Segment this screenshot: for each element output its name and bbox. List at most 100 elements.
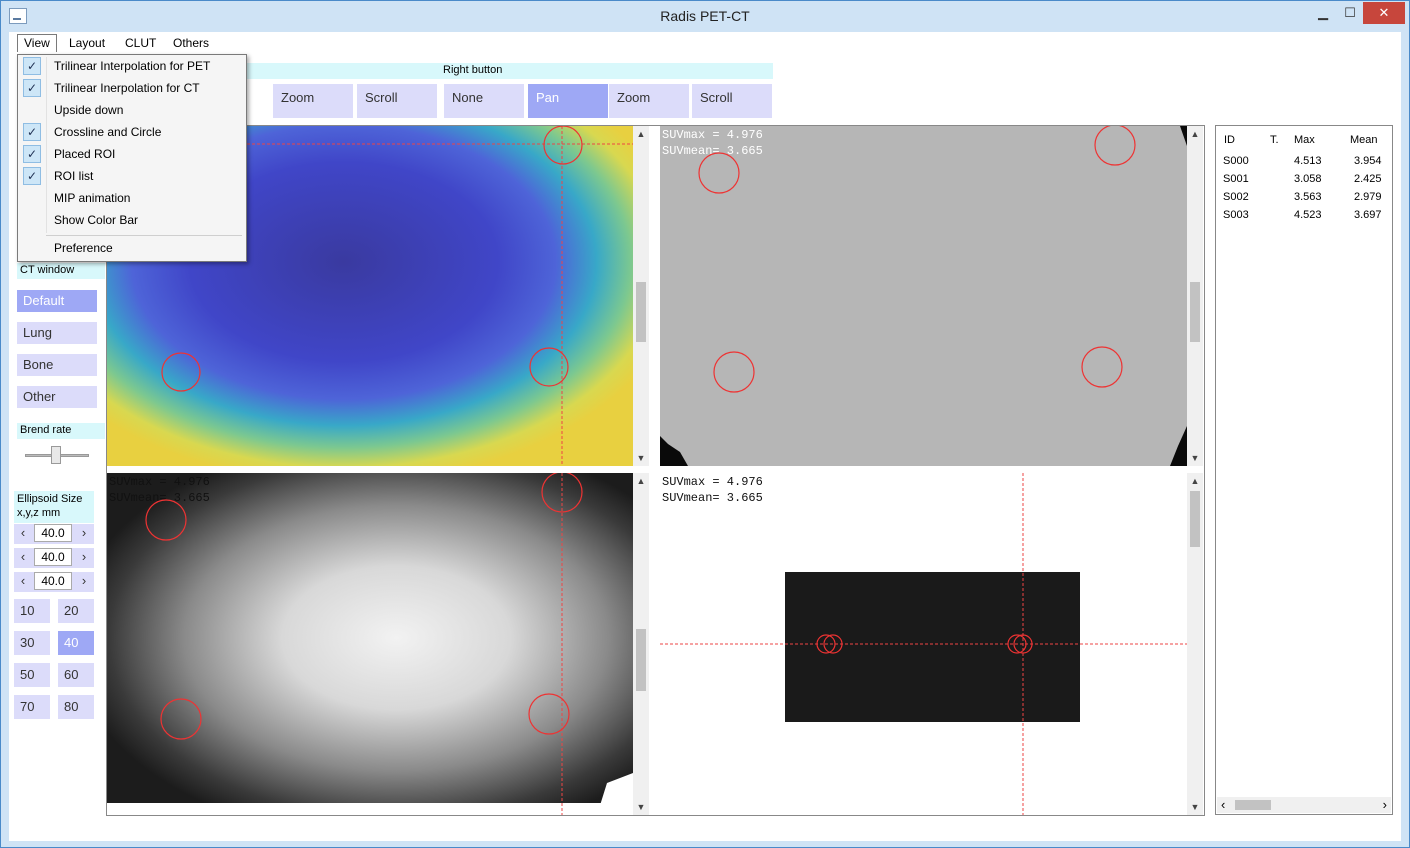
scroll-down-icon[interactable]: ▼ — [1187, 453, 1203, 463]
viewport-mip[interactable]: SUVmax = 4.976 SUVmean= 3.665 — [660, 473, 1187, 815]
ellipsoid-z-increment-icon[interactable]: › — [78, 573, 90, 588]
ellipsoid-x-increment-icon[interactable]: › — [78, 525, 90, 540]
scroll-up-icon[interactable]: ▲ — [633, 476, 649, 486]
menu-item-upside-down[interactable]: Upside down — [18, 99, 246, 121]
menu-item-placed-roi[interactable]: ✓ Placed ROI — [18, 143, 246, 165]
viewport4-scrollbar[interactable]: ▲ ▼ — [1187, 473, 1203, 815]
preset-40-button[interactable]: 40 — [58, 631, 94, 655]
ellipsoid-z-input[interactable]: 40.0 — [34, 572, 72, 590]
ct-other-button[interactable]: Other — [17, 386, 97, 408]
title-bar: Radis PET-CT ▁ ☐ ✕ — [1, 1, 1409, 32]
mip-suv-max: SUVmax = 4.976 — [662, 475, 763, 489]
roi-cell-max: 4.513 — [1294, 155, 1322, 167]
preset-80-button[interactable]: 80 — [58, 695, 94, 719]
scroll-left-icon[interactable]: ‹ — [1221, 797, 1225, 813]
right-zoom-button[interactable]: Zoom — [609, 84, 689, 118]
left-zoom-button[interactable]: Zoom — [273, 84, 353, 118]
ct-lung-button[interactable]: Lung — [17, 322, 97, 344]
maximize-icon[interactable]: ☐ — [1337, 2, 1363, 24]
right-button-label: Right button — [439, 63, 773, 79]
ellipsoid-x-input[interactable]: 40.0 — [34, 524, 72, 542]
ellipsoid-y-decrement-icon[interactable]: ‹ — [17, 549, 29, 564]
scroll-right-icon[interactable]: › — [1383, 797, 1387, 813]
menu-view[interactable]: View — [17, 34, 57, 52]
right-none-button[interactable]: None — [444, 84, 524, 118]
roi-list-hscrollbar[interactable]: ‹ › — [1217, 797, 1391, 813]
ellipsoid-x-spinner: ‹ 40.0 › — [14, 524, 94, 544]
check-icon: ✓ — [23, 57, 41, 75]
roi-cell-max: 4.523 — [1294, 209, 1322, 221]
ellipsoid-y-increment-icon[interactable]: › — [78, 549, 90, 564]
ct-bone-button[interactable]: Bone — [17, 354, 97, 376]
viewport3-scroll-thumb[interactable] — [636, 629, 646, 691]
viewport1-scroll-thumb[interactable] — [636, 282, 646, 342]
roi-header-max[interactable]: Max — [1294, 134, 1315, 146]
app-window: Radis PET-CT ▁ ☐ ✕ View Layout CLUT Othe… — [0, 0, 1410, 848]
viewport4-scroll-thumb[interactable] — [1190, 491, 1200, 547]
blend-rate-slider-thumb[interactable] — [51, 446, 61, 464]
preset-20-button[interactable]: 20 — [58, 599, 94, 623]
preset-30-button[interactable]: 30 — [14, 631, 50, 655]
close-icon[interactable]: ✕ — [1363, 2, 1405, 24]
ct-suv-mean: SUVmean= 3.665 — [662, 144, 763, 158]
window-title: Radis PET-CT — [660, 8, 750, 24]
roi-header-id[interactable]: ID — [1224, 134, 1235, 146]
roi-cell-id: S001 — [1223, 173, 1249, 185]
preset-60-button[interactable]: 60 — [58, 663, 94, 687]
preset-50-button[interactable]: 50 — [14, 663, 50, 687]
viewport1-scrollbar[interactable]: ▲ ▼ — [633, 126, 649, 466]
scroll-up-icon[interactable]: ▲ — [633, 129, 649, 139]
mip-image — [660, 473, 1187, 815]
menu-item-show-color-bar[interactable]: Show Color Bar — [18, 209, 246, 231]
menu-item-trilinear-ct[interactable]: ✓ Trilinear Inerpolation for CT — [18, 77, 246, 99]
menu-item-roi-list[interactable]: ✓ ROI list — [18, 165, 246, 187]
scroll-down-icon[interactable]: ▼ — [1187, 802, 1203, 812]
check-icon: ✓ — [23, 145, 41, 163]
viewport2-scrollbar[interactable]: ▲ ▼ — [1187, 126, 1203, 466]
viewport-pet[interactable]: SUVmax = 4.976 SUVmean= 3.665 — [107, 473, 633, 815]
menu-item-preference[interactable]: Preference — [18, 237, 246, 259]
right-pan-button[interactable]: Pan — [528, 84, 608, 118]
ct-suv-max: SUVmax = 4.976 — [662, 128, 763, 142]
menu-item-crossline-circle[interactable]: ✓ Crossline and Circle — [18, 121, 246, 143]
minimize-icon[interactable]: ▁ — [1309, 2, 1337, 24]
preset-10-button[interactable]: 10 — [14, 599, 50, 623]
menu-item-mip-animation[interactable]: MIP animation — [18, 187, 246, 209]
pet-suv-max: SUVmax = 4.976 — [109, 475, 210, 489]
roi-list-scroll-thumb[interactable] — [1235, 800, 1271, 810]
scroll-down-icon[interactable]: ▼ — [633, 453, 649, 463]
preset-70-button[interactable]: 70 — [14, 695, 50, 719]
scroll-down-icon[interactable]: ▼ — [633, 802, 649, 812]
roi-list-panel: ID T. Max Mean S000 4.513 3.954 S001 3.0… — [1215, 125, 1393, 815]
menu-clut[interactable]: CLUT — [119, 35, 162, 53]
roi-header-mean[interactable]: Mean — [1350, 134, 1378, 146]
check-icon: ✓ — [23, 167, 41, 185]
left-scroll-button[interactable]: Scroll — [357, 84, 437, 118]
roi-header-type[interactable]: T. — [1270, 134, 1279, 146]
roi-cell-id: S002 — [1223, 191, 1249, 203]
client-area: View Layout CLUT Others Zoom Scroll Righ… — [9, 32, 1401, 841]
ct-suv-readout: SUVmax = 4.976 SUVmean= 3.665 — [662, 127, 763, 159]
ellipsoid-x-decrement-icon[interactable]: ‹ — [17, 525, 29, 540]
ellipsoid-z-decrement-icon[interactable]: ‹ — [17, 573, 29, 588]
ellipsoid-y-spinner: ‹ 40.0 › — [14, 548, 94, 568]
menu-layout[interactable]: Layout — [63, 35, 111, 53]
menu-separator — [46, 235, 242, 236]
viewport2-scroll-thumb[interactable] — [1190, 282, 1200, 342]
menu-item-trilinear-pet[interactable]: ✓ Trilinear Interpolation for PET — [18, 55, 246, 77]
scroll-up-icon[interactable]: ▲ — [1187, 129, 1203, 139]
menu-others[interactable]: Others — [167, 35, 215, 53]
menu-bar: View Layout CLUT Others — [9, 32, 1401, 54]
check-icon: ✓ — [23, 79, 41, 97]
viewport3-scrollbar[interactable]: ▲ ▼ — [633, 473, 649, 815]
ellipsoid-y-input[interactable]: 40.0 — [34, 548, 72, 566]
ct-default-button[interactable]: Default — [17, 290, 97, 312]
viewport-ct[interactable]: SUVmax = 4.976 SUVmean= 3.665 — [660, 126, 1187, 466]
roi-cell-max: 3.058 — [1294, 173, 1322, 185]
check-icon: ✓ — [23, 123, 41, 141]
right-scroll-button[interactable]: Scroll — [692, 84, 772, 118]
scroll-up-icon[interactable]: ▲ — [1187, 476, 1203, 486]
ellipsoid-z-spinner: ‹ 40.0 › — [14, 572, 94, 592]
blend-rate-label: Brend rate — [17, 423, 105, 439]
roi-cell-mean: 3.954 — [1354, 155, 1382, 167]
